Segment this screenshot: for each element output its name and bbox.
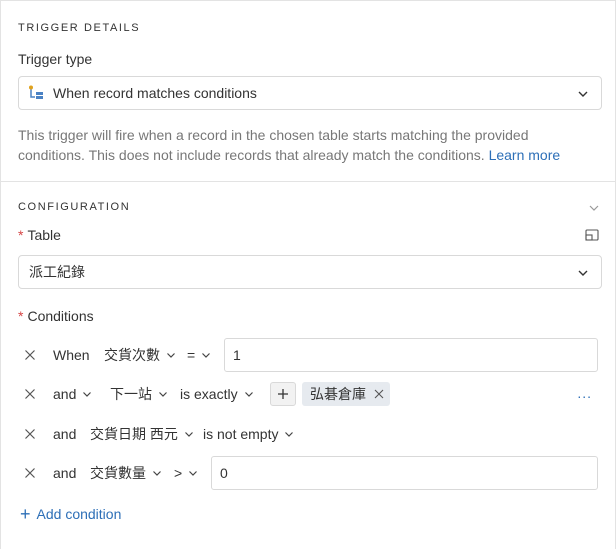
condition-value-input[interactable]: 1 xyxy=(224,338,598,372)
chevron-down-icon xyxy=(152,468,162,478)
condition-conjunction: When xyxy=(53,347,90,363)
chevron-down-icon xyxy=(577,88,589,100)
chevron-down-icon xyxy=(577,267,589,279)
condition-operator-select[interactable]: is not empty xyxy=(203,426,294,442)
plus-icon xyxy=(278,389,288,399)
value-pill: 弘碁倉庫 xyxy=(302,382,390,406)
trigger-type-icon xyxy=(27,84,45,102)
condition-operator: = xyxy=(187,347,196,363)
table-select[interactable]: 派工紀錄 xyxy=(18,255,602,289)
condition-row-3: and 交貨日期 西元 is not empty xyxy=(18,417,602,451)
condition-value-input[interactable]: 0 xyxy=(211,456,598,490)
condition-field: 交貨日期 西元 xyxy=(90,426,178,442)
condition-conjunction: and xyxy=(53,465,77,481)
expand-icon[interactable] xyxy=(585,228,599,242)
trigger-type-label: Trigger type xyxy=(18,51,93,67)
condition-row-1: When 交貨次數 = 1 xyxy=(18,338,602,372)
condition-operator: is exactly xyxy=(180,386,238,402)
plus-icon: + xyxy=(20,504,31,524)
close-icon[interactable] xyxy=(18,422,42,446)
condition-operator: > xyxy=(174,465,183,481)
condition-conjunction-select[interactable]: and xyxy=(53,386,110,402)
condition-operator-select[interactable]: > xyxy=(174,465,211,481)
conditions-label: * Conditions xyxy=(18,308,94,324)
trigger-details-heading: TRIGGER DETAILS xyxy=(18,22,141,34)
table-value: 派工紀錄 xyxy=(29,264,85,280)
close-icon[interactable] xyxy=(374,389,384,399)
condition-field: 交貨次數 xyxy=(104,347,160,363)
condition-field-select[interactable]: 交貨次數 xyxy=(104,345,187,365)
required-marker: * xyxy=(18,308,24,324)
add-condition-button[interactable]: + Add condition xyxy=(20,505,121,523)
chevron-down-icon xyxy=(158,389,168,399)
section-divider xyxy=(1,181,616,182)
conditions-label-text: Conditions xyxy=(27,308,94,324)
required-marker: * xyxy=(18,227,24,243)
add-value-button[interactable] xyxy=(270,382,296,406)
collapse-chevron-icon[interactable] xyxy=(588,201,600,213)
condition-field-select[interactable]: 下一站 xyxy=(110,384,180,404)
condition-operator-select[interactable]: is exactly xyxy=(180,386,270,402)
condition-field-select[interactable]: 交貨數量 xyxy=(90,463,174,483)
condition-field: 下一站 xyxy=(110,386,152,402)
chevron-down-icon xyxy=(166,350,176,360)
table-label-text: Table xyxy=(27,227,61,243)
table-label: * Table xyxy=(18,227,61,243)
chevron-down-icon xyxy=(184,429,194,439)
condition-conjunction: and xyxy=(53,426,77,442)
value-pill-label: 弘碁倉庫 xyxy=(310,386,366,402)
trigger-description-text: This trigger will fire when a record in … xyxy=(18,127,529,163)
chevron-down-icon xyxy=(201,350,211,360)
more-options-button[interactable]: ... xyxy=(577,385,592,401)
add-condition-label: Add condition xyxy=(36,506,122,522)
condition-field-select[interactable]: 交貨日期 西元 xyxy=(90,424,203,444)
condition-row-2: and 下一站 is exactly 弘碁倉庫 ... xyxy=(18,377,602,411)
close-icon[interactable] xyxy=(18,461,42,485)
trigger-type-select[interactable]: When record matches conditions xyxy=(18,76,602,110)
condition-field: 交貨數量 xyxy=(90,465,146,481)
trigger-description: This trigger will fire when a record in … xyxy=(18,126,598,165)
chevron-down-icon xyxy=(284,429,294,439)
automation-panel: TRIGGER DETAILS Trigger type When record… xyxy=(0,0,616,549)
learn-more-link[interactable]: Learn more xyxy=(489,147,561,163)
close-icon[interactable] xyxy=(18,382,42,406)
chevron-down-icon xyxy=(188,468,198,478)
condition-conjunction: and xyxy=(53,386,77,402)
configuration-heading: CONFIGURATION xyxy=(18,201,131,213)
chevron-down-icon xyxy=(244,389,254,399)
trigger-type-value: When record matches conditions xyxy=(53,85,257,101)
top-border xyxy=(1,0,616,1)
condition-operator: is not empty xyxy=(203,426,279,442)
chevron-down-icon xyxy=(82,389,92,399)
close-icon[interactable] xyxy=(18,343,42,367)
condition-row-4: and 交貨數量 > 0 xyxy=(18,456,602,490)
condition-operator-select[interactable]: = xyxy=(187,347,224,363)
